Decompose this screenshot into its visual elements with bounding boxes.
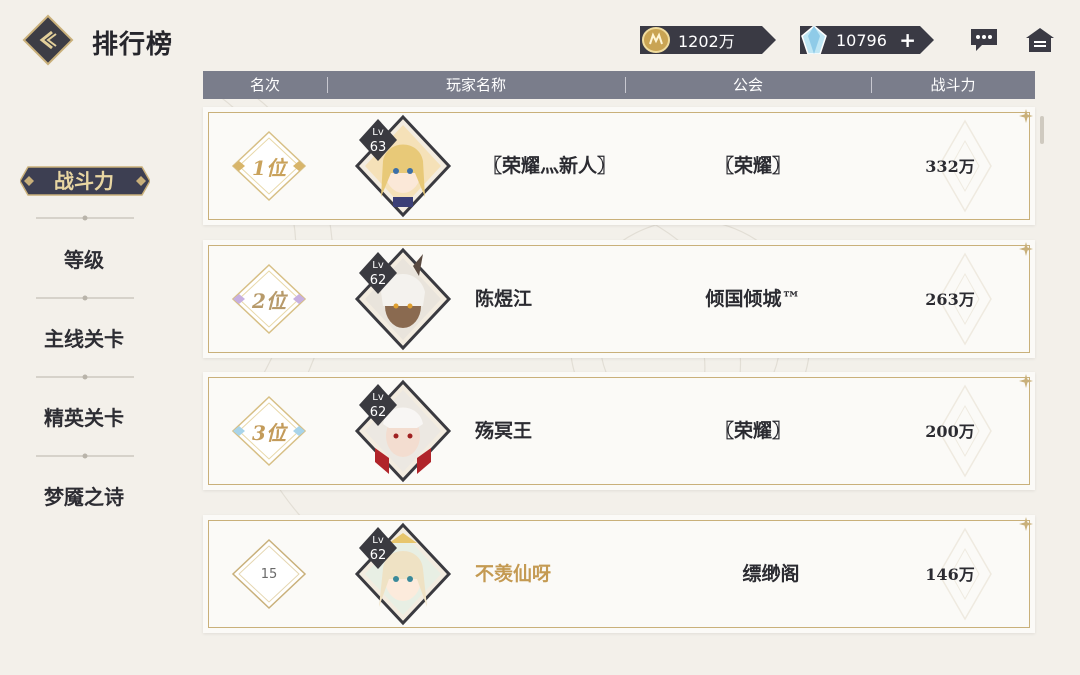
level-label: Lv: [372, 127, 384, 138]
player-name: 陈煜江: [475, 288, 533, 310]
level-value: 62: [369, 273, 387, 288]
level-value: 62: [369, 548, 387, 563]
level-value: 62: [369, 405, 387, 420]
home-icon[interactable]: [1024, 26, 1056, 54]
sparkle-icon: [1019, 517, 1033, 531]
level-badge: Lv 62: [357, 250, 399, 296]
sidebar-tab-elite-stage[interactable]: 精英关卡: [14, 398, 154, 438]
back-button[interactable]: [22, 14, 74, 66]
guild-name: 〖荣耀〗: [714, 420, 791, 442]
column-header-player-name: 玩家名称: [445, 76, 506, 94]
level-value: 63: [369, 140, 387, 155]
sidebar-divider: [36, 295, 134, 301]
level-badge: Lv 63: [357, 117, 399, 163]
ranking-row[interactable]: 2位 Lv 62 陈煜江 倾国倾城™ 263万: [203, 240, 1035, 358]
ranking-table-header: 名次 玩家名称 公会 战斗力: [203, 71, 1035, 99]
crystal-gem-icon: [798, 24, 830, 56]
ranking-row[interactable]: 3位 Lv 62 殇冥王 〖荣耀〗 200万: [203, 372, 1035, 490]
column-header-guild: 公会: [732, 76, 763, 94]
level-badge: Lv 62: [357, 382, 399, 428]
sidebar-tab-combat-power[interactable]: 战斗力: [14, 161, 154, 201]
gold-amount: 1202万: [678, 32, 735, 51]
column-header-rank: 名次: [249, 76, 280, 94]
sidebar-divider: [36, 374, 134, 380]
self-ranking-row[interactable]: 15 Lv 62 不羡仙呀 缥缈阁 146万: [203, 515, 1035, 633]
sidebar-divider: [36, 215, 134, 221]
gem-currency-display: 10796 +: [800, 26, 934, 54]
add-gem-button[interactable]: +: [899, 29, 916, 51]
combat-power-value: 263万: [925, 290, 975, 309]
sidebar-divider: [36, 453, 134, 459]
sparkle-icon: [1019, 374, 1033, 388]
rank-number: 3位: [252, 420, 286, 445]
level-label: Lv: [372, 535, 384, 546]
gold-coin-icon: [640, 24, 672, 56]
sparkle-icon: [1019, 242, 1033, 256]
player-name: 不羡仙呀: [475, 563, 552, 585]
sidebar-tab-level[interactable]: 等级: [14, 240, 154, 280]
guild-name: 倾国倾城™: [705, 288, 801, 310]
page-title: 排行榜: [92, 30, 174, 60]
level-label: Lv: [372, 260, 384, 271]
rank-number: 15: [260, 566, 278, 582]
player-name: 殇冥王: [475, 420, 533, 442]
sidebar-tab-main-stage[interactable]: 主线关卡: [14, 319, 154, 359]
ranking-list-scrollbar[interactable]: [1040, 116, 1044, 144]
column-header-combat-power: 战斗力: [930, 76, 976, 94]
gem-amount: 10796: [836, 30, 887, 50]
rank-number: 1位: [252, 155, 286, 180]
guild-name: 〖荣耀〗: [714, 155, 791, 177]
ranking-row[interactable]: 1位 Lv 63 〖荣耀灬新人〗 〖荣耀〗 332万: [203, 107, 1035, 225]
chat-icon[interactable]: [968, 26, 1000, 54]
guild-name: 缥缈阁: [742, 563, 800, 585]
level-label: Lv: [372, 392, 384, 403]
gold-currency-display: 1202万: [640, 26, 776, 54]
combat-power-value: 146万: [925, 565, 975, 584]
rank-number: 2位: [252, 288, 286, 313]
level-badge: Lv 62: [357, 525, 399, 571]
player-name: 〖荣耀灬新人〗: [483, 155, 617, 177]
combat-power-value: 200万: [925, 422, 975, 441]
combat-power-value: 332万: [925, 157, 975, 176]
sparkle-icon: [1019, 109, 1033, 123]
sidebar-tab-nightmare-poem[interactable]: 梦魇之诗: [14, 477, 154, 517]
